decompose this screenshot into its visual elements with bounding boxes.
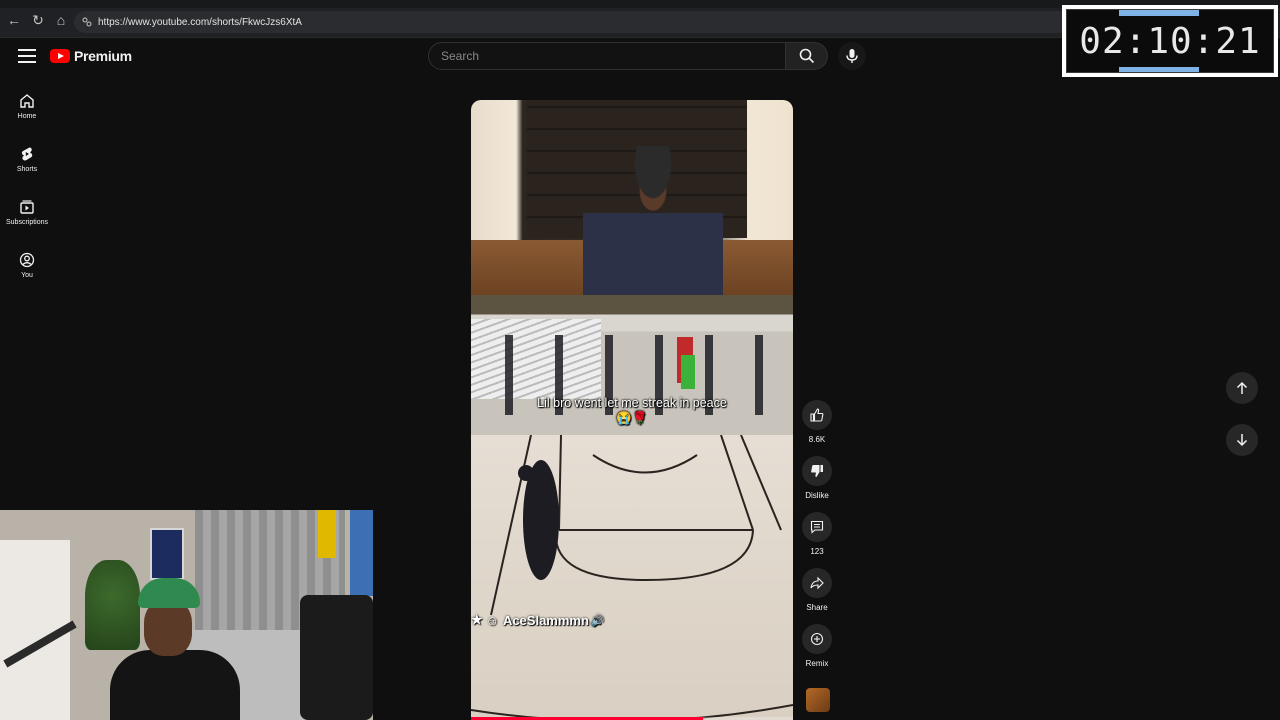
- webcam-poster: [150, 528, 184, 580]
- sidebar-item-home[interactable]: Home: [0, 80, 54, 133]
- speaker-icon: 🔊: [590, 614, 605, 627]
- microphone-icon: [846, 49, 858, 63]
- menu-icon[interactable]: [18, 49, 36, 63]
- like-button[interactable]: 8.6K: [800, 400, 834, 456]
- channel-name: AceSlammmn: [502, 612, 589, 628]
- short-video-player[interactable]: Lil bro went let me streak in peace 😭🌹 ★…: [471, 100, 793, 720]
- search-box[interactable]: [428, 42, 786, 70]
- timer-accent-bar: [1119, 67, 1199, 72]
- url-text: https://www.youtube.com/shorts/FkwcJzs6X…: [98, 16, 302, 28]
- webcam-banner: [350, 510, 373, 596]
- search-input[interactable]: [441, 49, 785, 63]
- video-caption: Lil bro went let me streak in peace 😭🌹: [537, 396, 727, 425]
- sidebar-item-you[interactable]: You: [0, 239, 54, 292]
- stream-timer-overlay: 02:10:21: [1062, 5, 1278, 77]
- sound-pivot-thumbnail[interactable]: [806, 688, 830, 712]
- search-button[interactable]: [786, 42, 828, 70]
- voice-search-button[interactable]: [838, 42, 866, 70]
- share-icon: [810, 576, 824, 590]
- thumbs-up-icon: [810, 408, 824, 422]
- remix-icon: [810, 632, 824, 646]
- sidebar-item-label: Home: [17, 113, 37, 120]
- channel-name-overlay[interactable]: ★ ☺ AceSlammmn 🔊: [471, 612, 605, 628]
- timer-display: 02:10:21: [1066, 9, 1274, 73]
- comments-button[interactable]: 123: [800, 512, 834, 568]
- remix-label: Remix: [805, 659, 829, 668]
- youtube-logo-icon: [50, 49, 70, 63]
- search-icon: [799, 48, 814, 64]
- next-short-button[interactable]: [1226, 424, 1258, 456]
- arrow-down-icon: [1236, 434, 1248, 447]
- home-icon: [20, 94, 34, 108]
- streamer-hat: [138, 578, 200, 608]
- sidebar-item-label: You: [21, 272, 33, 279]
- channel-avatar-icon: ☺: [485, 612, 499, 628]
- dislike-button[interactable]: Dislike: [800, 456, 834, 512]
- remix-button[interactable]: Remix: [800, 624, 834, 680]
- site-info-icon[interactable]: [82, 17, 92, 27]
- subscriptions-icon: [20, 200, 34, 214]
- back-icon[interactable]: ←: [6, 12, 22, 28]
- webcam-streamer: [110, 578, 240, 720]
- short-actions: 8.6K Dislike 123 Share Remix: [800, 400, 834, 680]
- court-lines: [471, 435, 793, 720]
- share-button[interactable]: Share: [800, 568, 834, 624]
- sidebar-item-shorts[interactable]: Shorts: [0, 133, 54, 186]
- address-bar[interactable]: https://www.youtube.com/shorts/FkwcJzs6X…: [74, 11, 1074, 33]
- logo-text: Premium: [74, 48, 132, 64]
- sidebar-item-label: Shorts: [16, 166, 38, 173]
- reload-icon[interactable]: ↻: [30, 12, 46, 28]
- you-icon: [19, 252, 35, 268]
- webcam-overlay: [0, 510, 373, 720]
- comment-icon: [810, 520, 824, 534]
- star-icon: ★: [471, 612, 483, 627]
- guide-sidebar: Home Shorts Subscriptions You: [0, 80, 54, 292]
- video-frame-streamer-room: [471, 100, 793, 295]
- previous-short-button[interactable]: [1226, 372, 1258, 404]
- sidebar-item-subscriptions[interactable]: Subscriptions: [0, 186, 54, 239]
- youtube-premium-logo[interactable]: Premium: [50, 48, 132, 64]
- timer-text: 02:10:21: [1079, 20, 1261, 62]
- comments-count: 123: [810, 547, 824, 556]
- arrow-up-icon: [1236, 381, 1248, 394]
- webcam-banner: [318, 510, 336, 558]
- sidebar-item-label: Subscriptions: [5, 219, 49, 226]
- streamer-face: [144, 600, 192, 656]
- streamer-hoodie: [110, 650, 240, 720]
- thumbs-down-icon: [811, 465, 823, 477]
- game-player-green: [681, 355, 695, 389]
- webcam-chair: [300, 595, 373, 720]
- shorts-icon: [21, 147, 33, 161]
- timer-accent-bar: [1119, 10, 1199, 16]
- video-frame-basketball-court: [471, 435, 793, 720]
- home-browser-icon[interactable]: ⌂: [53, 12, 69, 28]
- dislike-label: Dislike: [805, 491, 829, 500]
- share-label: Share: [806, 603, 828, 612]
- like-count: 8.6K: [808, 435, 826, 444]
- video-streamer-figure: [583, 146, 723, 295]
